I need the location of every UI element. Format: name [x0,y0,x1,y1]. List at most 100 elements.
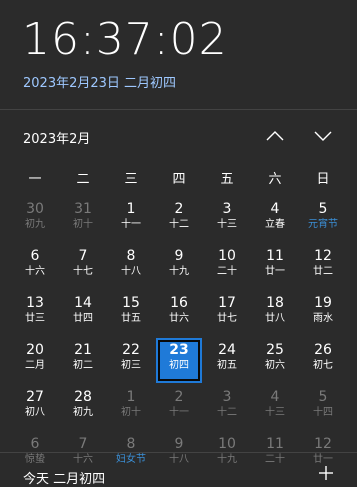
day-cell[interactable]: 27 初八 [11,384,59,431]
divider [0,109,357,110]
weekday-label: 四 [172,172,186,187]
day-cell[interactable]: 12 廿二 [299,243,347,290]
weekday-label: 五 [220,172,234,187]
day-cell[interactable]: 17 廿七 [203,290,251,337]
lunar-label: 妇女节 [116,454,146,465]
day-cell[interactable]: 7 十七 [59,243,107,290]
lunar-label: 十三 [265,407,285,418]
date-link[interactable]: 2023年2月23日 二月初四 [23,72,176,91]
chevron-down-icon [314,126,332,145]
day-number: 13 [26,295,44,311]
day-cell[interactable]: 25 初六 [251,337,299,384]
day-cell[interactable]: 11 二十 [251,431,299,478]
day-number: 6 [30,436,40,452]
day-cell[interactable]: 1 十一 [107,196,155,243]
lunar-label: 惊蛰 [25,454,45,465]
day-cell[interactable]: 22 初三 [107,337,155,384]
previous-month-button[interactable] [264,124,286,146]
day-cell[interactable]: 5 元宵节 [299,196,347,243]
day-cell[interactable]: 3 十三 [203,196,251,243]
chevron-up-icon [266,126,284,145]
lunar-label: 十六 [25,266,45,277]
day-cell[interactable]: 20 二月 [11,337,59,384]
day-cell[interactable]: 30 初九 [11,196,59,243]
lunar-label: 立春 [265,219,285,230]
day-cell[interactable]: 28 初九 [59,384,107,431]
day-number: 23 [169,342,189,358]
day-number: 20 [26,342,44,358]
day-number: 9 [174,436,184,452]
day-cell[interactable]: 2 十一 [155,384,203,431]
day-cell[interactable]: 1 初十 [107,384,155,431]
day-cell[interactable]: 3 十二 [203,384,251,431]
day-cell[interactable]: 14 廿四 [59,290,107,337]
day-number: 4 [270,389,280,405]
day-cell[interactable]: 5 十四 [299,384,347,431]
day-number: 10 [218,436,236,452]
day-cell[interactable]: 4 立春 [251,196,299,243]
weekday-label: 日 [316,172,330,187]
month-label[interactable]: 2023年2月 [23,128,90,147]
day-number: 3 [222,389,232,405]
lunar-label: 十六 [73,454,93,465]
today-agenda-label: 今天 二月初四 [23,472,106,487]
day-cell[interactable]: 21 初二 [59,337,107,384]
day-cell[interactable]: 31 初十 [59,196,107,243]
day-cell[interactable]: 8 十八 [107,243,155,290]
lunar-label: 初十 [121,407,141,418]
day-number: 21 [74,342,92,358]
calendar-grid: 30 初九 31 初十 1 十一 2 十二 3 十三 4 立春 5 元宵节 6 十六 7 十七 8 十八 9 十九 10 二十… [11,196,347,478]
lunar-label: 廿六 [169,313,189,324]
weekday-label: 二 [76,172,90,187]
day-cell[interactable]: 24 初五 [203,337,251,384]
add-event-button[interactable] [317,464,335,482]
day-number: 14 [74,295,92,311]
day-cell-today[interactable]: 23 初四 [156,338,202,383]
day-cell[interactable]: 10 十九 [203,431,251,478]
day-number: 9 [174,248,184,264]
day-cell[interactable]: 2 十二 [155,196,203,243]
weekday-label: 一 [28,172,42,187]
day-cell[interactable]: 10 二十 [203,243,251,290]
day-cell[interactable]: 8 妇女节 [107,431,155,478]
day-cell[interactable]: 19 雨水 [299,290,347,337]
lunar-label: 初三 [121,360,141,371]
day-cell[interactable]: 16 廿六 [155,290,203,337]
lunar-label: 二十 [217,266,237,277]
day-cell[interactable]: 18 廿八 [251,290,299,337]
lunar-label: 十三 [217,219,237,230]
day-cell[interactable]: 13 廿三 [11,290,59,337]
lunar-label: 廿八 [265,313,285,324]
day-cell[interactable]: 9 十九 [155,243,203,290]
day-number: 5 [318,389,328,405]
lunar-label: 廿七 [217,313,237,324]
day-number: 7 [78,248,88,264]
day-number: 12 [314,436,332,452]
day-cell[interactable]: 6 十六 [11,243,59,290]
lunar-label: 十二 [169,219,189,230]
next-month-button[interactable] [312,124,334,146]
day-cell[interactable]: 4 十三 [251,384,299,431]
day-number: 19 [314,295,332,311]
lunar-label: 廿二 [313,266,333,277]
day-number: 8 [126,436,136,452]
weekday-header: 一 二 三 四 五 六 日 [11,168,347,187]
day-cell[interactable]: 9 十八 [155,431,203,478]
lunar-label: 初七 [313,360,333,371]
lunar-label: 十九 [169,266,189,277]
day-number: 11 [266,436,284,452]
lunar-label: 初八 [25,407,45,418]
lunar-label: 二月 [25,360,45,371]
day-cell[interactable]: 11 廿一 [251,243,299,290]
day-cell[interactable]: 15 廿五 [107,290,155,337]
day-number: 2 [174,389,184,405]
lunar-label: 初九 [25,219,45,230]
lunar-label: 元宵节 [308,219,338,230]
lunar-label: 初四 [169,360,189,371]
day-number: 18 [266,295,284,311]
day-number: 22 [122,342,140,358]
day-cell[interactable]: 26 初七 [299,337,347,384]
lunar-label: 十一 [121,219,141,230]
day-number: 16 [170,295,188,311]
day-number: 28 [74,389,92,405]
